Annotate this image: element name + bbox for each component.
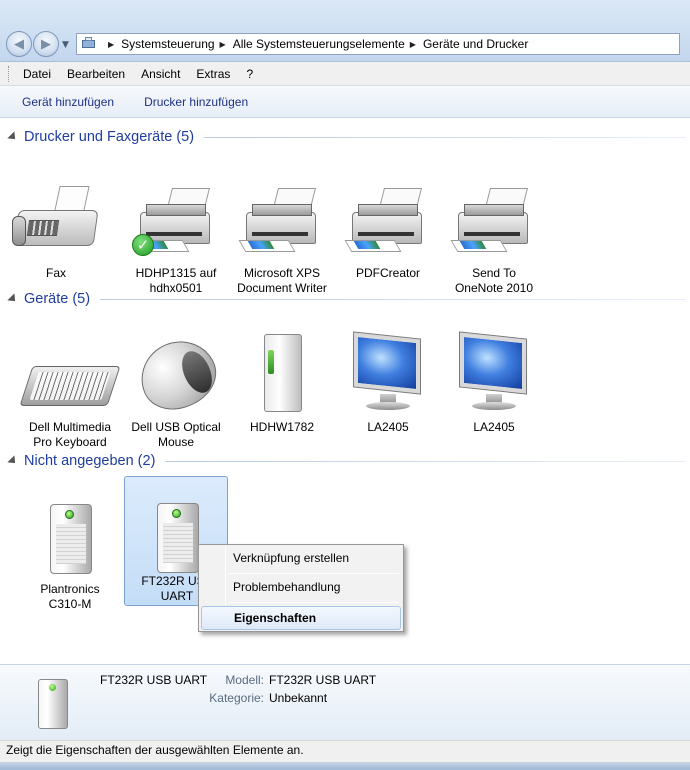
- collapse-triangle-icon[interactable]: [7, 131, 19, 143]
- menu-item-create-shortcut[interactable]: Verknüpfung erstellen: [201, 546, 401, 570]
- printer-icon: [236, 174, 328, 262]
- group-divider: [165, 460, 686, 462]
- group-header-devices[interactable]: Geräte (5): [7, 288, 686, 310]
- details-pane: FT232R USB UART Modell: FT232R USB UART …: [0, 664, 690, 740]
- group-divider: [204, 136, 686, 138]
- breadcrumb-separator-icon[interactable]: ▶: [410, 40, 416, 49]
- printer-icon: [342, 174, 434, 262]
- add-device-button[interactable]: Gerät hinzufügen: [22, 95, 114, 109]
- context-menu: Verknüpfung erstellen Problembehandlung …: [198, 544, 404, 632]
- breadcrumb-item[interactable]: Systemsteuerung: [121, 37, 214, 51]
- group-title: Geräte (5): [24, 291, 91, 307]
- add-printer-button[interactable]: Drucker hinzufügen: [144, 95, 248, 109]
- recent-pages-dropdown[interactable]: ▼: [62, 40, 69, 50]
- generic-device-icon: [24, 490, 116, 578]
- device-hdhw1782[interactable]: HDHW1782: [230, 328, 334, 470]
- device-label: Fax: [45, 266, 66, 280]
- device-label: Plantronics C310-M: [40, 582, 100, 611]
- group-header-printers[interactable]: Drucker und Faxgeräte (5): [7, 126, 686, 148]
- generic-device-icon: [30, 675, 78, 735]
- menu-edit[interactable]: Bearbeiten: [67, 67, 125, 81]
- printer-icon: ✓: [130, 174, 222, 262]
- device-monitor-2[interactable]: LA2405: [442, 328, 546, 470]
- menu-view[interactable]: Ansicht: [141, 67, 180, 81]
- details-model-label: Modell:: [225, 673, 264, 687]
- collapse-triangle-icon[interactable]: [7, 293, 19, 305]
- group-title: Nicht angegeben (2): [24, 453, 156, 469]
- control-panel-icon: [81, 37, 97, 51]
- menu-help[interactable]: ?: [246, 67, 253, 81]
- external-drive-icon: [236, 328, 328, 416]
- menu-bar: Datei Bearbeiten Ansicht Extras ?: [0, 62, 690, 86]
- breadcrumb-item[interactable]: Alle Systemsteuerungselemente: [233, 37, 405, 51]
- collapse-triangle-icon[interactable]: [7, 455, 19, 467]
- mouse-icon: [129, 328, 227, 421]
- device-keyboard[interactable]: Dell Multimedia Pro Keyboard: [18, 328, 122, 470]
- group-header-unspecified[interactable]: Nicht angegeben (2): [7, 450, 686, 472]
- arrow-right-icon: ▶: [41, 36, 51, 52]
- breadcrumb-separator-icon[interactable]: ▶: [220, 40, 226, 49]
- back-button[interactable]: ◀: [6, 31, 32, 57]
- details-device-name: FT232R USB UART: [100, 673, 208, 687]
- default-printer-check-icon: ✓: [132, 234, 154, 256]
- keyboard-icon: [19, 328, 121, 416]
- address-bar-area: ◀ ▶ ▼ ▶ Systemsteuerung ▶ Alle Systemste…: [0, 0, 690, 62]
- group-divider: [100, 298, 686, 300]
- menu-file[interactable]: Datei: [23, 67, 51, 81]
- device-label: HDHW1782: [249, 420, 315, 434]
- menu-grip: [8, 65, 11, 82]
- fax-icon: [10, 174, 102, 262]
- breadcrumb-item[interactable]: Geräte und Drucker: [423, 37, 528, 51]
- menu-item-properties[interactable]: Eigenschaften: [201, 606, 401, 630]
- device-mouse[interactable]: Dell USB Optical Mouse: [124, 328, 228, 470]
- details-category-label: Kategorie:: [209, 691, 264, 705]
- monitor-icon: [342, 328, 434, 416]
- details-category-value: Unbekannt: [269, 691, 328, 705]
- device-label: LA2405: [473, 420, 515, 434]
- monitor-icon: [448, 328, 540, 416]
- menu-separator: [229, 602, 399, 603]
- group-title: Drucker und Faxgeräte (5): [24, 129, 195, 145]
- device-monitor-1[interactable]: LA2405: [336, 328, 440, 470]
- device-label: PDFCreator: [355, 266, 420, 280]
- menu-extras[interactable]: Extras: [196, 67, 230, 81]
- forward-button[interactable]: ▶: [33, 31, 59, 57]
- command-bar: Gerät hinzufügen Drucker hinzufügen: [0, 86, 690, 118]
- device-label: LA2405: [367, 420, 409, 434]
- arrow-left-icon: ◀: [14, 36, 24, 52]
- navigation-buttons: ◀ ▶: [6, 31, 66, 57]
- status-text: Zeigt die Eigenschaften der ausgewählten…: [6, 743, 304, 757]
- device-label: Dell Multimedia Pro Keyboard: [28, 420, 112, 449]
- breadcrumb-separator-icon[interactable]: ▶: [108, 40, 114, 49]
- breadcrumb[interactable]: ▶ Systemsteuerung ▶ Alle Systemsteuerung…: [76, 33, 680, 55]
- details-model-value: FT232R USB UART: [269, 673, 377, 687]
- device-label: Dell USB Optical Mouse: [131, 420, 221, 449]
- menu-item-troubleshoot[interactable]: Problembehandlung: [201, 575, 401, 599]
- menu-separator: [229, 573, 399, 574]
- printer-icon: [448, 174, 540, 262]
- device-plantronics[interactable]: Plantronics C310-M: [18, 490, 122, 632]
- window-bottom-edge: [0, 762, 690, 770]
